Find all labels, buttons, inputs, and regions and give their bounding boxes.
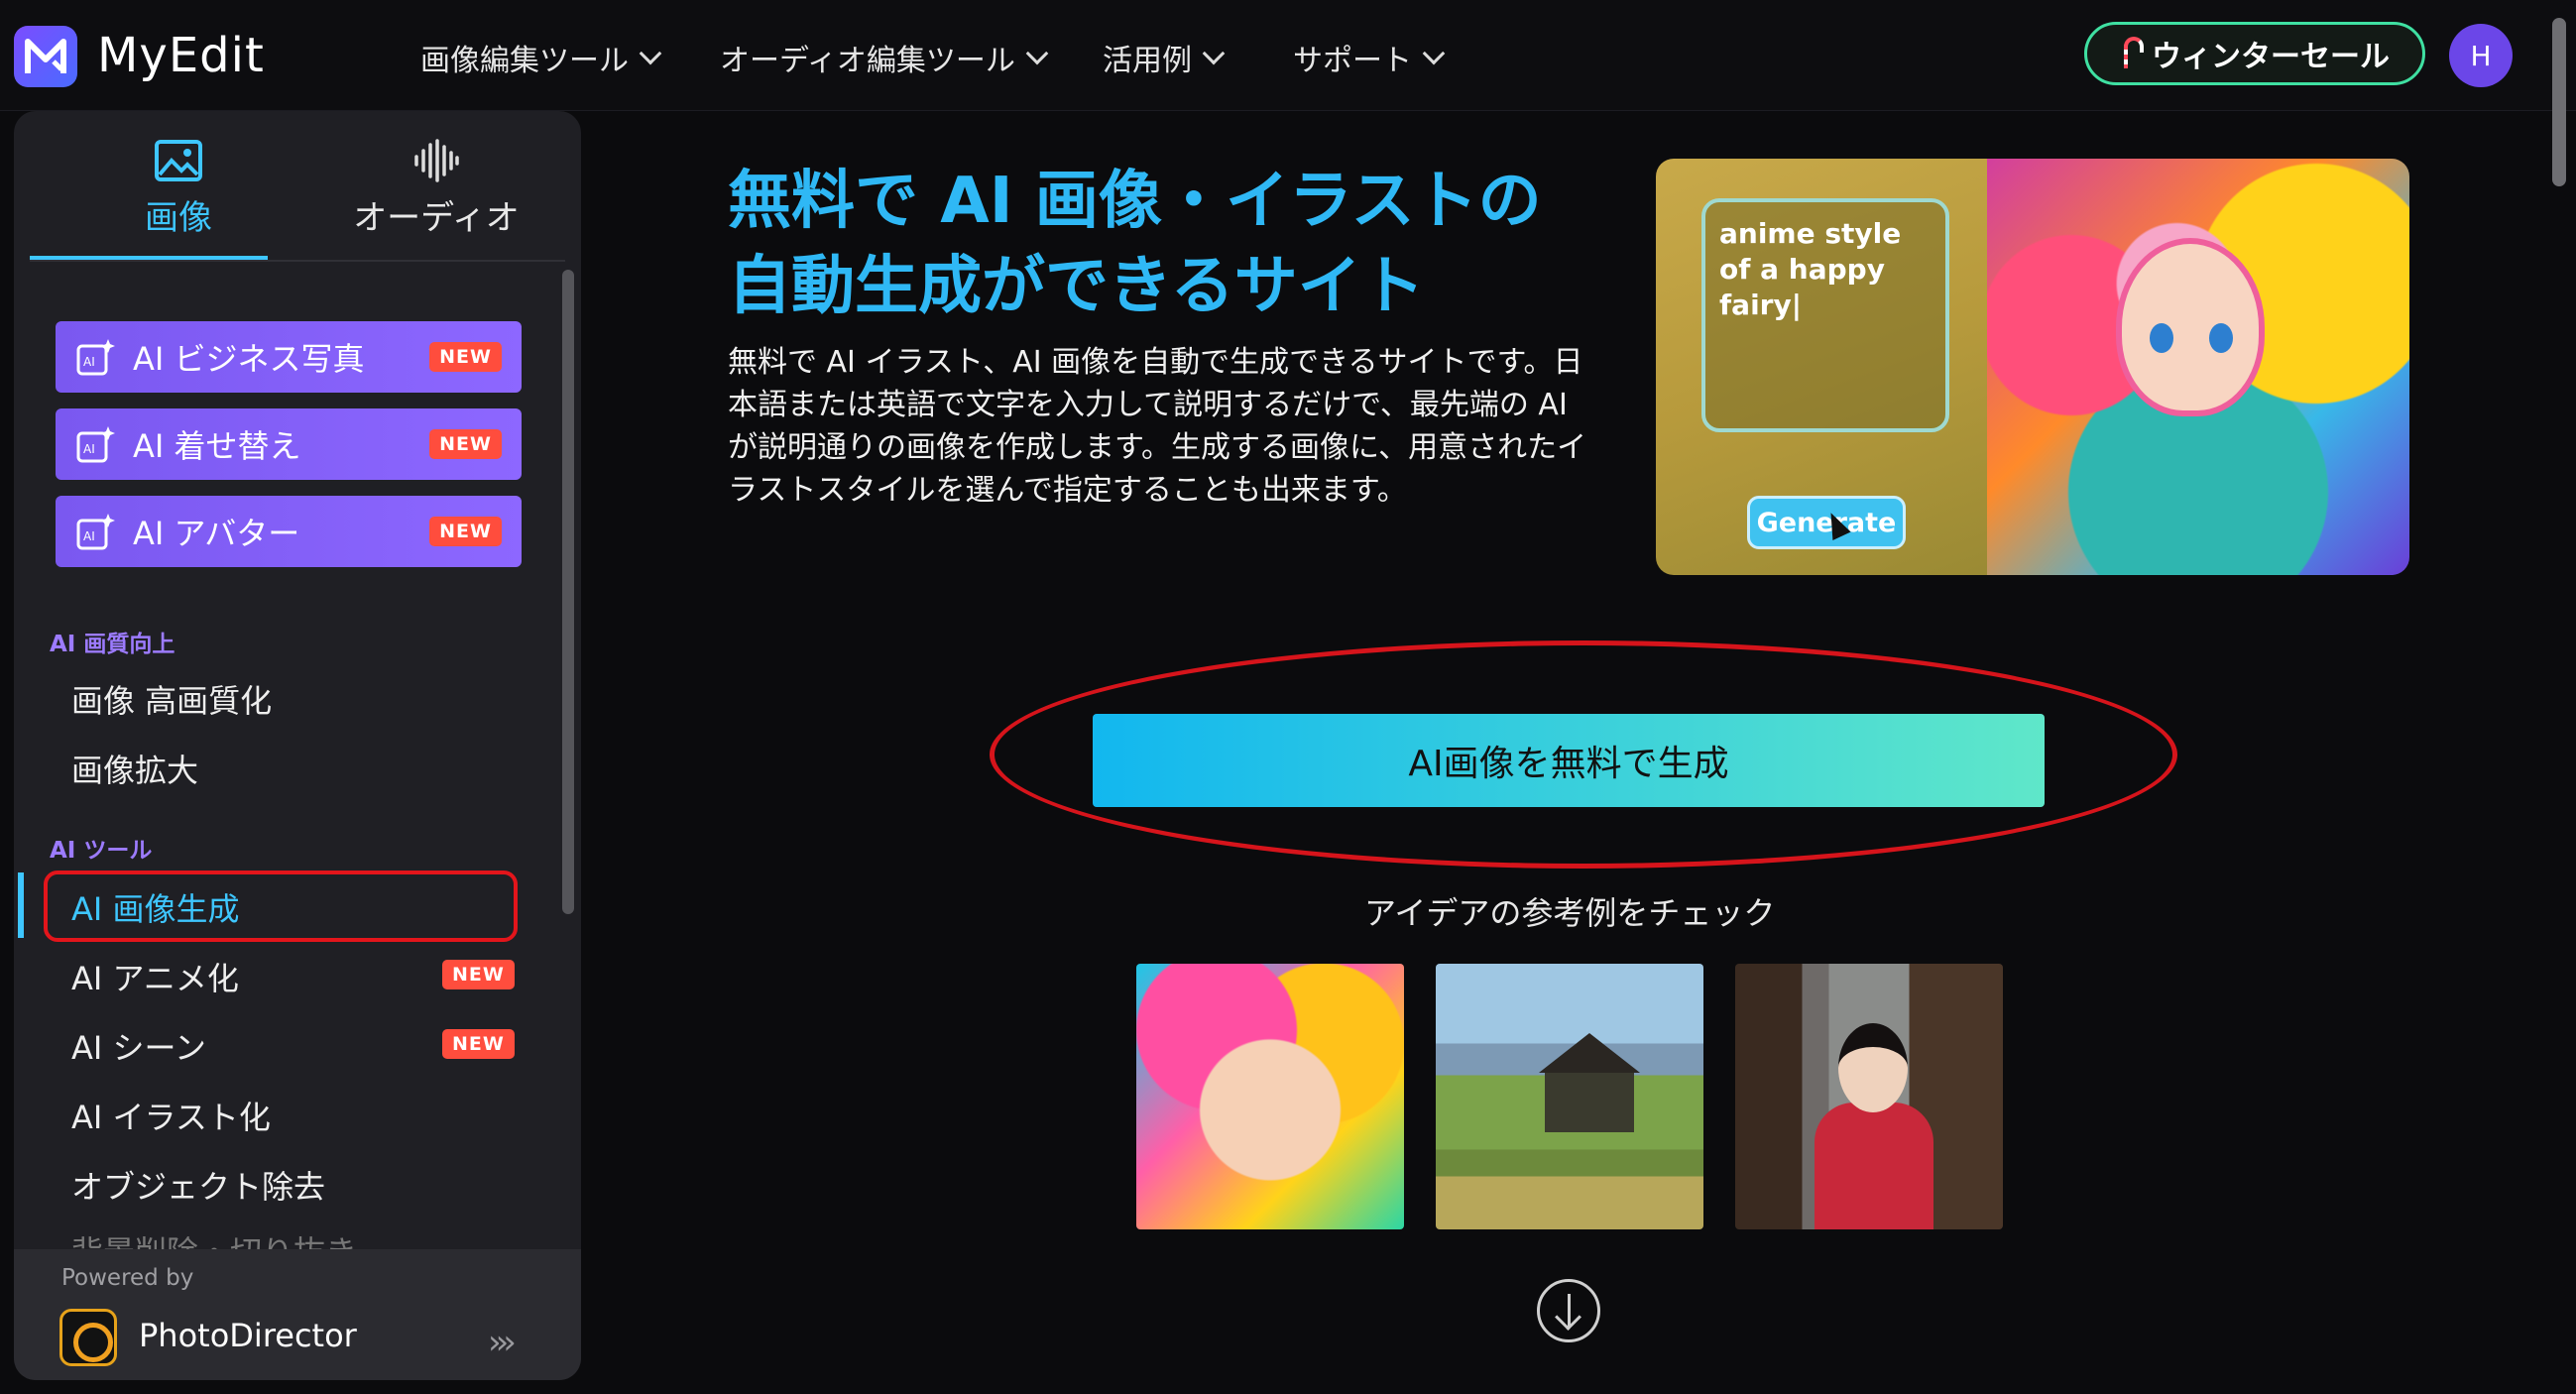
- sidebar-item-enlarge[interactable]: 画像拡大: [71, 746, 198, 791]
- nav-label: 画像編集ツール: [420, 44, 629, 78]
- new-badge: NEW: [429, 429, 502, 459]
- sale-label: ウィンターセール: [2152, 40, 2390, 74]
- chevrons-right-icon: ›››: [488, 1323, 517, 1362]
- nav-image-tools[interactable]: 画像編集ツール: [420, 36, 662, 79]
- sidebar-item-ai-anime[interactable]: AI アニメ化: [71, 954, 239, 999]
- sidebar-item-upscale-quality[interactable]: 画像 高画質化: [71, 676, 272, 722]
- hero-title: 無料で AI 画像・イラストの自動生成ができるサイト: [728, 165, 1542, 323]
- promo-label: AI ビジネス写真: [133, 340, 365, 378]
- photodirector-name: PhotoDirector: [139, 1317, 357, 1354]
- section-title-quality: AI 画質向上: [50, 632, 176, 657]
- powered-by-label: Powered by: [61, 1265, 194, 1291]
- active-item-indicator: [18, 872, 24, 938]
- new-badge: NEW: [442, 1029, 515, 1059]
- ideas-title: アイデアの参考例をチェック: [1364, 894, 1776, 932]
- tab-image[interactable]: 画像: [50, 139, 307, 266]
- sidebar: 画像 オーディオ AI AI ビジネス写真 NEW AI AI 着せ替え NEW…: [14, 111, 581, 1380]
- hero-description: 無料で AI イラスト、AI 画像を自動で生成できるサイトです。日本語または英語…: [728, 345, 1587, 508]
- fairy-face: [2116, 238, 2265, 416]
- nav-label: オーディオ編集ツール: [720, 44, 1015, 78]
- image-icon: [155, 140, 202, 181]
- chevron-down-icon: [1025, 42, 1049, 65]
- eye: [2150, 323, 2173, 353]
- example-thumbnail-anime-girl[interactable]: [1136, 964, 1404, 1229]
- new-badge: NEW: [429, 342, 502, 372]
- tab-audio[interactable]: オーディオ: [307, 139, 565, 266]
- house-shape: [1539, 1033, 1640, 1132]
- sidebar-item-object-removal[interactable]: オブジェクト除去: [71, 1162, 325, 1208]
- user-avatar[interactable]: H: [2449, 24, 2513, 87]
- sidebar-item-ai-business-photo[interactable]: AI AI ビジネス写真 NEW: [56, 321, 522, 393]
- tab-label: 画像: [145, 198, 212, 238]
- winter-sale-button[interactable]: ウィンターセール: [2084, 22, 2425, 85]
- sidebar-item-ai-dress-up[interactable]: AI AI 着せ替え NEW: [56, 408, 522, 480]
- nav-audio-tools[interactable]: オーディオ編集ツール: [720, 36, 1049, 79]
- sidebar-item-ai-image-generation[interactable]: AI 画像生成: [71, 884, 240, 930]
- sidebar-item-ai-scene[interactable]: AI シーン: [71, 1023, 206, 1069]
- nav-label: サポート: [1293, 44, 1412, 78]
- sidebar-item-background-removal[interactable]: 背景削除・切り抜き: [71, 1227, 357, 1249]
- tab-divider: [30, 260, 565, 262]
- promo-label: AI アバター: [133, 515, 300, 552]
- sidebar-item-ai-avatar[interactable]: AI AI アバター NEW: [56, 496, 522, 567]
- section-title-ai-tools: AI ツール: [50, 838, 153, 864]
- sidebar-item-ai-illustration[interactable]: AI イラスト化: [71, 1093, 271, 1138]
- photodirector-icon: [59, 1309, 117, 1366]
- chevron-down-icon: [639, 42, 662, 65]
- eye: [2209, 323, 2233, 353]
- svg-text:AI: AI: [83, 355, 95, 369]
- ai-image-icon: AI: [76, 339, 115, 376]
- prompt-demo-text: anime style of a happy fairy|: [1719, 217, 1902, 321]
- nav-support[interactable]: サポート: [1293, 36, 1446, 79]
- fairy-illustration: [1987, 159, 2409, 575]
- nav-use-cases[interactable]: 活用例: [1103, 36, 1226, 79]
- nav-label: 活用例: [1103, 44, 1192, 78]
- top-navigation: MyEdit 画像編集ツール オーディオ編集ツール 活用例 サポート ウィンター…: [0, 0, 2576, 111]
- kimono-shape: [1815, 1103, 1933, 1229]
- new-badge: NEW: [442, 960, 515, 989]
- example-thumbnail-kimono-woman[interactable]: [1735, 964, 2003, 1229]
- hero-image: anime style of a happy fairy| Generate: [1656, 159, 2409, 575]
- page-scrollbar[interactable]: [2552, 18, 2566, 186]
- ai-image-icon: AI: [76, 426, 115, 463]
- face-shape: [1838, 1023, 1908, 1112]
- chevron-down-icon: [1422, 42, 1446, 65]
- ai-image-icon: AI: [76, 514, 115, 550]
- svg-text:AI: AI: [83, 442, 95, 456]
- prompt-demo-panel: anime style of a happy fairy| Generate: [1656, 159, 1987, 575]
- svg-text:AI: AI: [83, 529, 95, 543]
- myedit-logo-icon[interactable]: [14, 26, 77, 87]
- tab-label: オーディオ: [353, 198, 520, 238]
- generate-ai-image-button[interactable]: AI画像を無料で生成: [1093, 714, 2045, 807]
- new-badge: NEW: [429, 517, 502, 546]
- waveform-icon: [414, 139, 459, 182]
- chevron-down-icon: [1202, 42, 1226, 65]
- powered-by-panel[interactable]: Powered by PhotoDirector ›››: [14, 1249, 581, 1380]
- promo-label: AI 着せ替え: [133, 427, 301, 465]
- logo-text[interactable]: MyEdit: [97, 28, 265, 83]
- prompt-demo-box: anime style of a happy fairy|: [1701, 198, 1949, 432]
- sidebar-scrollbar[interactable]: [562, 270, 574, 914]
- example-thumbnail-landscape[interactable]: [1436, 964, 1703, 1229]
- candy-cane-icon: [2120, 37, 2144, 70]
- scroll-down-icon[interactable]: [1537, 1279, 1600, 1342]
